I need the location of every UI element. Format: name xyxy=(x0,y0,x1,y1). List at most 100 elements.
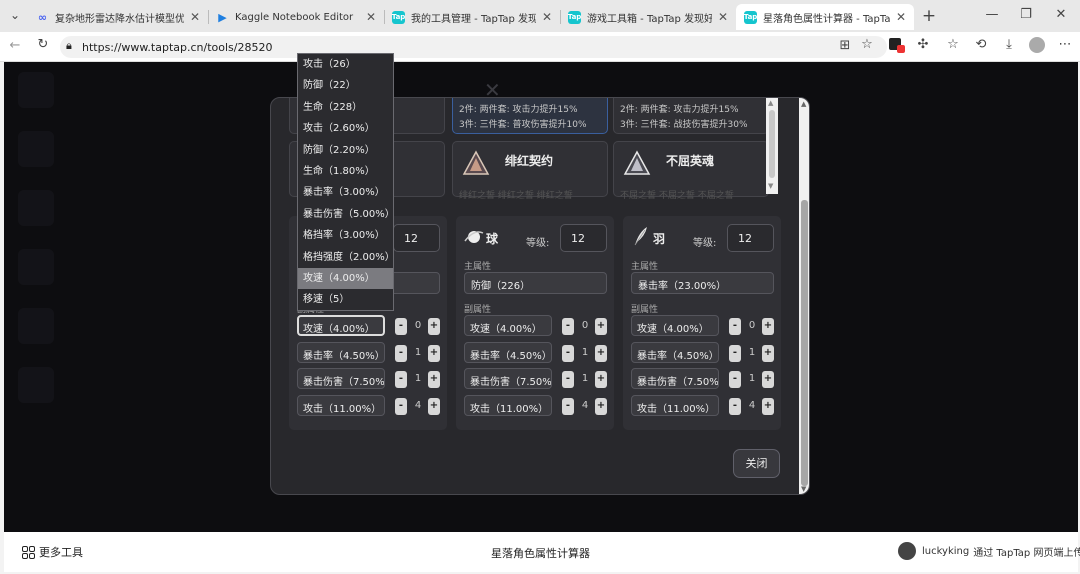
tab-2[interactable]: Tap 我的工具管理 - TapTap 发现好游 ✕ xyxy=(384,4,560,30)
sub-stat-select[interactable]: 攻击（11.00%） xyxy=(464,395,552,416)
back-icon[interactable]: ← xyxy=(6,38,24,53)
more-menu-icon[interactable]: ⋯ xyxy=(1056,37,1074,52)
close-icon[interactable]: ✕ xyxy=(366,10,376,24)
minimize-icon[interactable]: — xyxy=(983,7,1001,22)
scroll-down-icon[interactable]: ▼ xyxy=(801,485,806,493)
plus-button[interactable]: + xyxy=(762,318,774,335)
dropdown-option[interactable]: 暴击率（3.00%） xyxy=(298,182,393,203)
window-close-icon[interactable]: ✕ xyxy=(1052,7,1070,22)
dropdown-option[interactable]: 暴击伤害（5.00%） xyxy=(298,204,395,225)
level-input[interactable]: 12 xyxy=(727,224,774,252)
sub-stat-select[interactable]: 暴击率（4.50%） xyxy=(297,342,385,363)
sub-stat-select[interactable]: 暴击率（4.50%） xyxy=(464,342,552,363)
minus-button[interactable]: - xyxy=(562,318,574,335)
scroll-up-icon[interactable]: ▲ xyxy=(801,100,806,108)
tab-4-active[interactable]: Tap 星落角色属性计算器 - TapTap 发 ✕ xyxy=(736,4,914,30)
sub-stat-select[interactable]: 暴击伤害（7.50%） xyxy=(297,368,385,389)
minus-button[interactable]: - xyxy=(395,318,407,335)
extension-badge-icon[interactable] xyxy=(886,38,905,53)
set-card-unyielding-soul[interactable]: 不屈英魂 不屈之誓 不屈之誓 不屈之誓 xyxy=(613,141,769,201)
level-input[interactable]: 12 xyxy=(560,224,607,252)
favorites-list-icon[interactable]: ☆ xyxy=(944,37,962,52)
scroll-down-icon[interactable]: ▼ xyxy=(768,182,773,190)
minus-button[interactable]: - xyxy=(562,398,574,415)
plus-button[interactable]: + xyxy=(762,398,774,415)
dropdown-option[interactable]: 攻击（2.60%） xyxy=(298,118,393,139)
dropdown-option[interactable]: 防御（22） xyxy=(298,75,393,96)
address-bar-row: ← ↻ 🔒︎ https://www.taptap.cn/tools/28520… xyxy=(0,32,1080,62)
tab-1[interactable]: ▶ Kaggle Notebook Editor ✕ xyxy=(208,4,384,30)
maximize-icon[interactable]: ❐ xyxy=(1017,7,1035,22)
extensions-icon[interactable]: ✣ xyxy=(914,37,932,52)
sub-stat-select[interactable]: 暴击伤害（7.50%） xyxy=(464,368,552,389)
main-stat-select[interactable]: 防御（226） xyxy=(464,272,607,294)
plus-button[interactable]: + xyxy=(428,345,440,362)
plus-button[interactable]: + xyxy=(762,345,774,362)
url-input[interactable]: 🔒︎ https://www.taptap.cn/tools/28520 xyxy=(60,36,887,58)
plus-button[interactable]: + xyxy=(595,318,607,335)
dropdown-option[interactable]: 格挡率（3.00%） xyxy=(298,225,393,246)
tab-list-chevron-icon[interactable]: ⌄ xyxy=(6,8,24,22)
close-button[interactable]: 关闭 xyxy=(733,449,780,478)
author-name: luckyking xyxy=(922,545,970,557)
minus-button[interactable]: - xyxy=(729,318,741,335)
close-icon[interactable]: ✕ xyxy=(896,10,906,24)
tab-0[interactable]: ∞ 复杂地形雷达降水估计模型优化 ✕ xyxy=(28,4,208,30)
sub-stat-select[interactable]: 攻速（4.00%） xyxy=(464,315,552,336)
scroll-thumb[interactable] xyxy=(801,200,808,486)
dropdown-option-highlighted[interactable]: 攻速（4.00%） xyxy=(298,267,393,290)
minus-button[interactable]: - xyxy=(395,371,407,388)
minus-button[interactable]: - xyxy=(562,371,574,388)
plus-button[interactable]: + xyxy=(428,371,440,388)
plus-button[interactable]: + xyxy=(762,371,774,388)
sub-stat-select[interactable]: 暴击伤害（7.50%） xyxy=(631,368,719,389)
set-list-scrollbar[interactable]: ▲ ▼ xyxy=(766,98,778,194)
minus-button[interactable]: - xyxy=(729,345,741,362)
history-icon[interactable]: ⟲ xyxy=(972,37,990,52)
set-card-crimson-pact[interactable]: 绯红契约 绯红之誓 绯红之誓 绯红之誓 xyxy=(452,141,608,201)
more-tools-button[interactable]: 更多工具 xyxy=(22,544,83,560)
sub-stat-dropdown[interactable]: 攻击（26） 防御（22） 生命（228） 攻击（2.60%） 防御（2.20%… xyxy=(297,53,395,311)
close-icon[interactable]: ✕ xyxy=(190,10,200,24)
set-card[interactable]: 2件: 两件套: 攻击力提升15% 3件: 三件套: 战技伤害提升30% xyxy=(613,98,769,134)
sub-stat-select[interactable]: 攻击（11.00%） xyxy=(297,395,385,416)
level-input[interactable]: 12 xyxy=(393,224,440,252)
scroll-up-icon[interactable]: ▲ xyxy=(768,99,773,107)
tab-3[interactable]: Tap 游戏工具箱 - TapTap 发现好游戏 ✕ xyxy=(560,4,736,30)
dropdown-option[interactable]: 生命（228） xyxy=(298,97,393,118)
favorite-star-icon[interactable]: ☆ xyxy=(858,37,876,52)
plus-button[interactable]: + xyxy=(595,398,607,415)
plus-button[interactable]: + xyxy=(595,345,607,362)
minus-button[interactable]: - xyxy=(562,345,574,362)
sub-stat-select[interactable]: 攻速（4.00%） xyxy=(631,315,719,336)
dropdown-option[interactable]: 攻击（26） xyxy=(298,54,393,75)
download-icon[interactable]: ⤓ xyxy=(1000,37,1018,52)
dropdown-option[interactable]: 移速（5） xyxy=(298,289,393,310)
minus-button[interactable]: - xyxy=(729,398,741,415)
dropdown-option[interactable]: 生命（1.80%） xyxy=(298,161,393,182)
dropdown-option[interactable]: 防御（2.20%） xyxy=(298,140,393,161)
minus-button[interactable]: - xyxy=(395,345,407,362)
set-card-selected[interactable]: 2件: 两件套: 攻击力提升15% 3件: 三件套: 普攻伤害提升10% xyxy=(452,98,608,134)
sub-stat-select[interactable]: 攻击（11.00%） xyxy=(631,395,719,416)
profile-avatar-icon[interactable] xyxy=(1028,37,1046,57)
plus-button[interactable]: + xyxy=(428,318,440,335)
site-info-icon[interactable]: 🔒︎ xyxy=(66,39,72,53)
close-icon[interactable]: ✕ xyxy=(542,10,552,24)
sub-stat-select[interactable]: 暴击率（4.50%） xyxy=(631,342,719,363)
close-icon[interactable]: ✕ xyxy=(718,10,728,24)
new-tab-icon[interactable]: + xyxy=(920,6,938,26)
plus-button[interactable]: + xyxy=(595,371,607,388)
plus-button[interactable]: + xyxy=(428,398,440,415)
author-info[interactable]: luckyking 通过 TapTap 网页端上传 xyxy=(898,542,1080,560)
modal-scrollbar[interactable]: ▲ ▼ xyxy=(799,98,809,494)
avatar xyxy=(898,542,916,560)
dropdown-option[interactable]: 格挡强度（2.00%） xyxy=(298,247,395,268)
minus-button[interactable]: - xyxy=(729,371,741,388)
split-screen-icon[interactable]: ⊞ xyxy=(836,38,854,53)
sub-stat-select[interactable]: 攻速（4.00%） xyxy=(297,315,385,336)
main-stat-select[interactable]: 暴击率（23.00%） xyxy=(631,272,774,294)
reload-icon[interactable]: ↻ xyxy=(34,37,52,52)
minus-button[interactable]: - xyxy=(395,398,407,415)
crystal-icon xyxy=(462,150,490,175)
